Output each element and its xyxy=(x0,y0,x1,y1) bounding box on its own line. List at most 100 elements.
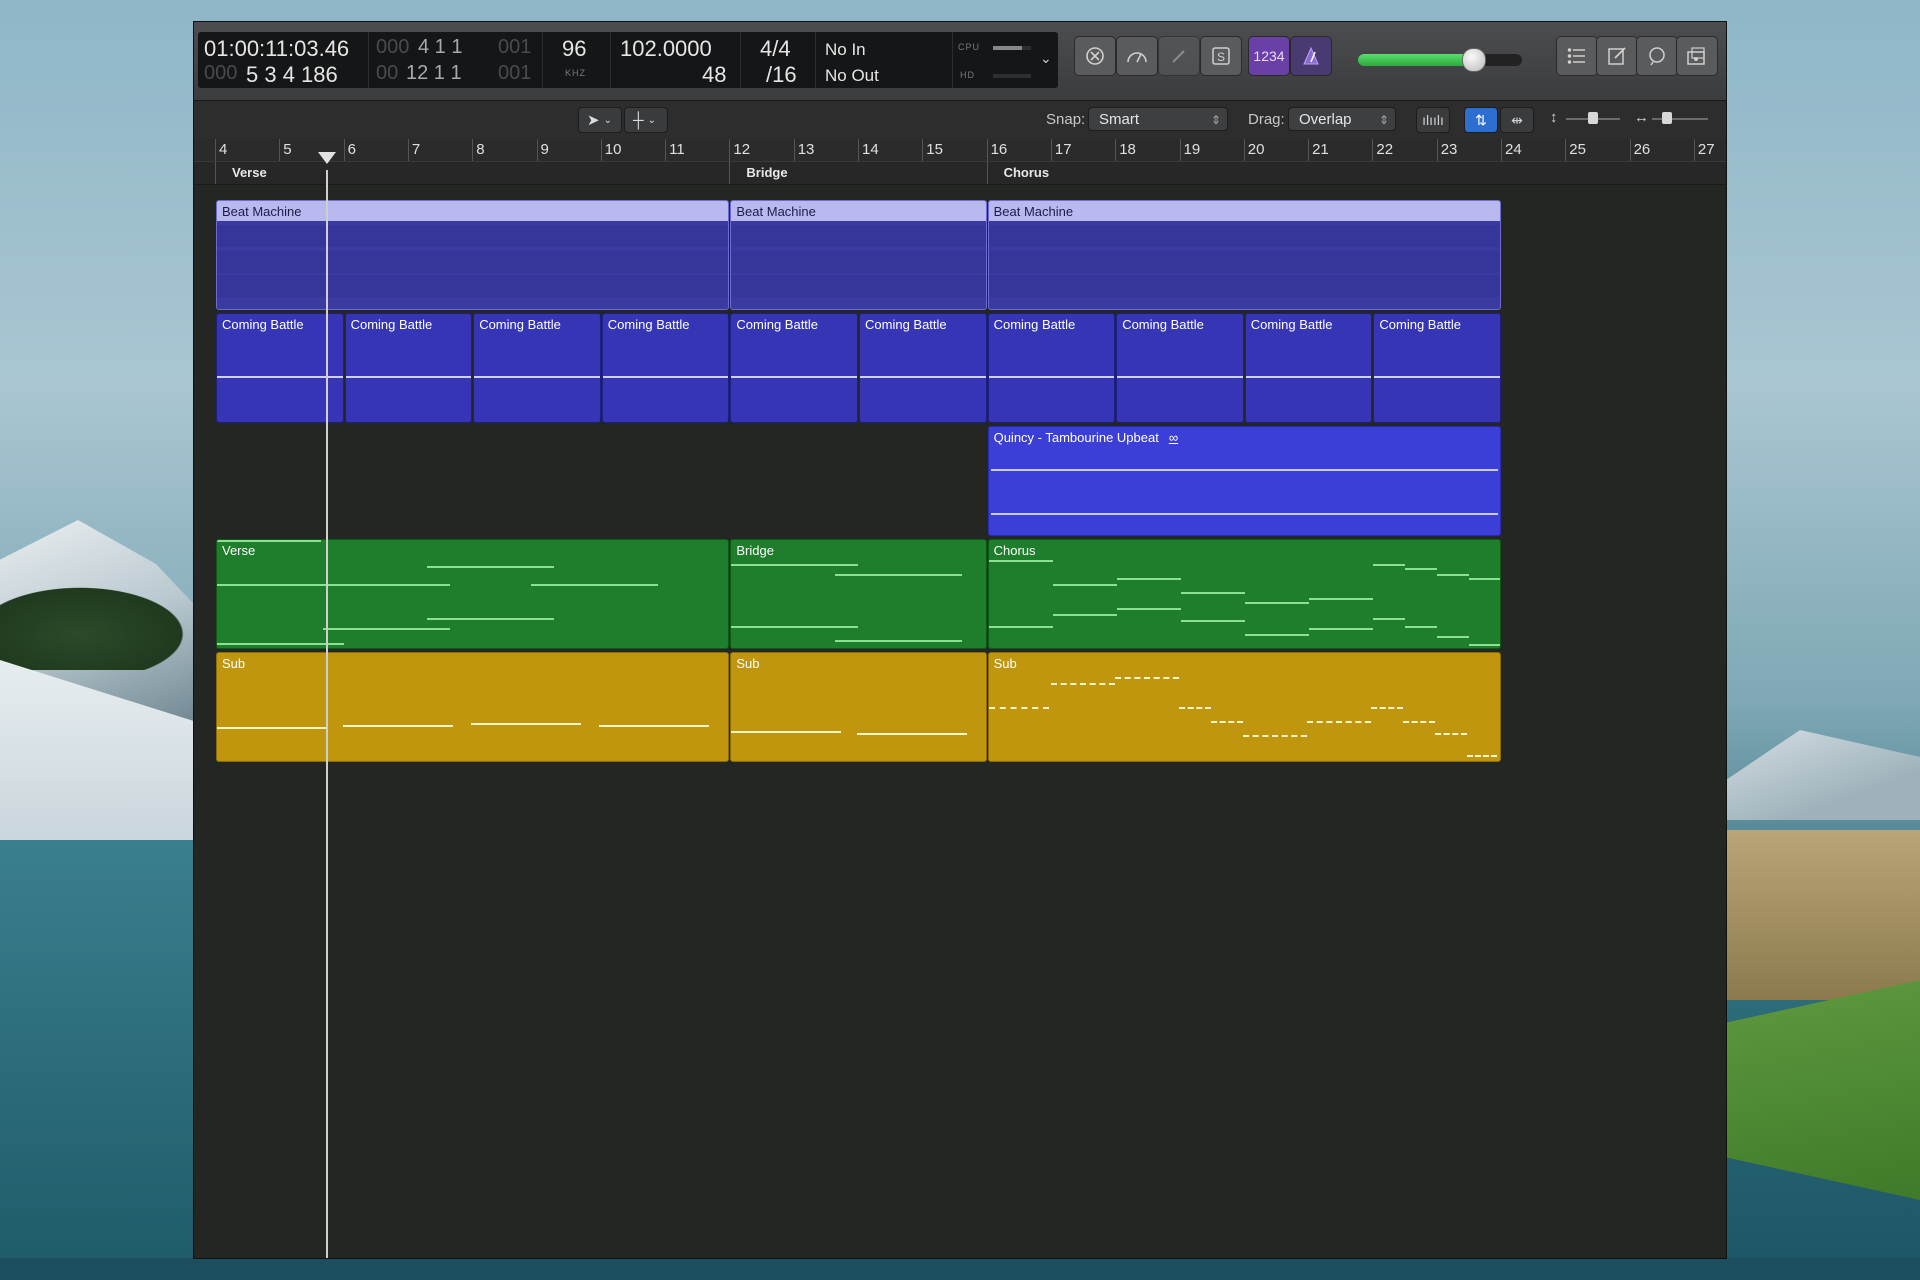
ruler-bar-number: 8 xyxy=(476,141,485,158)
master-volume-fill xyxy=(1358,54,1473,66)
region-coming-battle[interactable]: Coming Battle xyxy=(473,313,601,423)
time-signature[interactable]: 4/4 xyxy=(760,36,791,62)
ruler-tick xyxy=(1243,139,1245,161)
tuner-icon[interactable] xyxy=(1116,36,1158,76)
marker-track[interactable]: Verse Bridge Chorus xyxy=(194,162,1726,185)
pointer-tool-icon: ➤ xyxy=(587,112,600,129)
right-locator[interactable]: 12 1 1 xyxy=(406,62,462,85)
lcd-locator-cell: 000 4 1 1 001 00 12 1 1 001 xyxy=(368,32,543,88)
midi-note xyxy=(1052,614,1117,616)
region-coming-battle[interactable]: Coming Battle xyxy=(216,313,344,423)
ruler-tick xyxy=(1629,139,1631,161)
ruler-tick xyxy=(215,139,216,161)
pencil-icon[interactable] xyxy=(1158,36,1200,76)
ruler-tick xyxy=(536,139,538,161)
waveform-line xyxy=(1374,376,1500,378)
playhead[interactable] xyxy=(326,170,328,1258)
region-beat-machine[interactable]: Beat Machine xyxy=(987,200,1501,310)
marker-bridge[interactable]: Bridge xyxy=(746,165,787,180)
metronome-button[interactable] xyxy=(1290,36,1332,76)
region-name: Coming Battle xyxy=(222,317,304,332)
ruler-bar-number: 13 xyxy=(797,141,815,158)
bar-ruler[interactable]: 4 5 6 7 8 9 10 11 12 13 14 15 16 17 18 19 20 21 22 23 24 25 26… xyxy=(194,139,1726,162)
playhead-handle[interactable] xyxy=(318,152,336,164)
region-coming-battle[interactable]: Coming Battle xyxy=(859,313,987,423)
note-pad-icon[interactable] xyxy=(1596,36,1638,76)
region-beat-machine[interactable]: Beat Machine xyxy=(216,200,730,310)
right-locator-prefix: 00 xyxy=(376,62,399,84)
marker-verse[interactable]: Verse xyxy=(232,165,267,180)
lcd-tempo-cell[interactable]: 102.0000 48 xyxy=(610,32,741,88)
region-keys[interactable]: Bridge xyxy=(730,539,987,649)
ruler-tick xyxy=(1050,139,1052,161)
region-name: Coming Battle xyxy=(993,317,1076,332)
left-click-tool[interactable]: ➤ ⌄ xyxy=(578,107,622,133)
tempo[interactable]: 102.0000 xyxy=(620,36,712,62)
ruler-bar-number: 12 xyxy=(733,141,751,158)
waveform-zoom-button[interactable]: ılıılı xyxy=(1416,107,1450,133)
updown-chevron-icon: ⇕ xyxy=(1378,113,1389,127)
snap-select[interactable]: Smart ⇕ xyxy=(1088,107,1228,131)
vertical-autozoom-button[interactable]: ⇅ xyxy=(1464,107,1498,133)
midi-note xyxy=(835,640,963,642)
midi-note xyxy=(988,626,1053,628)
region-beat-machine[interactable]: Beat Machine xyxy=(730,200,987,310)
master-volume-slider[interactable] xyxy=(1358,48,1522,72)
tracks-area[interactable]: Beat Machine Beat Machine Beat Machine Comi… xyxy=(194,185,1726,1258)
list-editors-icon[interactable] xyxy=(1556,36,1598,76)
bar-position: 5 3 4 186 xyxy=(246,62,338,87)
region-coming-battle[interactable]: Coming Battle xyxy=(730,313,858,423)
chevron-down-icon: ⌄ xyxy=(647,114,657,126)
region-bass[interactable]: Sub xyxy=(216,652,730,762)
right-locator-tail: 001 xyxy=(498,62,532,84)
midi-note xyxy=(1404,568,1437,570)
horizontal-autozoom-button[interactable]: ⇹ xyxy=(1500,107,1534,133)
region-coming-battle[interactable]: Coming Battle xyxy=(1373,313,1501,423)
fit-horizontal-icon: ⇹ xyxy=(1511,111,1523,128)
lcd-chevron-down-icon[interactable]: ⌄ xyxy=(1040,50,1052,67)
command-click-tool[interactable]: ┼ ⌄ xyxy=(624,107,668,133)
region-name: Coming Battle xyxy=(1250,317,1333,332)
lcd-display[interactable]: 01:00:11:03.46 000 5 3 4 186 000 4 1 1 0… xyxy=(198,32,1058,88)
wallpaper-trees xyxy=(0,580,200,670)
waveform-line xyxy=(602,376,729,378)
solo-icon[interactable]: S xyxy=(1200,36,1242,76)
midi-note xyxy=(1052,584,1117,586)
division[interactable]: /16 xyxy=(766,62,797,88)
lcd-signature-cell[interactable]: 4/4 /16 xyxy=(740,32,816,88)
midi-note xyxy=(217,540,321,542)
region-bass[interactable]: Sub xyxy=(730,652,987,762)
replace-icon[interactable] xyxy=(1074,36,1116,76)
midi-note xyxy=(1466,755,1497,759)
region-coming-battle[interactable]: Coming Battle xyxy=(1116,313,1244,423)
region-keys[interactable]: Chorus xyxy=(987,539,1501,649)
pattern-lane xyxy=(988,275,1500,297)
region-coming-battle[interactable]: Coming Battle xyxy=(601,313,730,423)
region-name: Coming Battle xyxy=(1122,317,1204,332)
vertical-zoom-slider[interactable] xyxy=(1566,112,1620,124)
midi-note xyxy=(471,723,581,725)
midi-note xyxy=(1180,592,1245,594)
region-keys[interactable]: Verse xyxy=(216,539,730,649)
horizontal-zoom-slider[interactable] xyxy=(1652,112,1708,124)
midi-note xyxy=(217,727,327,729)
count-in-button[interactable]: 1234 xyxy=(1248,36,1290,76)
region-coming-battle[interactable]: Coming Battle xyxy=(344,313,473,423)
master-volume-knob[interactable] xyxy=(1461,48,1486,72)
marker-chorus[interactable]: Chorus xyxy=(1004,165,1050,180)
ruler-tick xyxy=(858,139,859,161)
media-browser-icon[interactable] xyxy=(1676,36,1718,76)
drag-select[interactable]: Overlap ⇕ xyxy=(1288,107,1396,131)
wallpaper-water xyxy=(0,1258,1920,1280)
loop-browser-icon[interactable] xyxy=(1636,36,1678,76)
left-locator[interactable]: 4 1 1 xyxy=(418,36,462,59)
region-tambourine-upbeat[interactable]: Quincy - Tambourine Upbeat ∞ xyxy=(987,426,1501,536)
midi-note xyxy=(1116,608,1181,610)
ruler-tick xyxy=(1372,139,1374,161)
region-coming-battle[interactable]: Coming Battle xyxy=(987,313,1116,423)
horizontal-zoom-knob[interactable] xyxy=(1662,112,1672,124)
vertical-zoom-knob[interactable] xyxy=(1588,112,1598,124)
region-coming-battle[interactable]: Coming Battle xyxy=(1244,313,1373,423)
region-bass[interactable]: Sub xyxy=(987,652,1501,762)
midi-note xyxy=(1244,602,1309,604)
